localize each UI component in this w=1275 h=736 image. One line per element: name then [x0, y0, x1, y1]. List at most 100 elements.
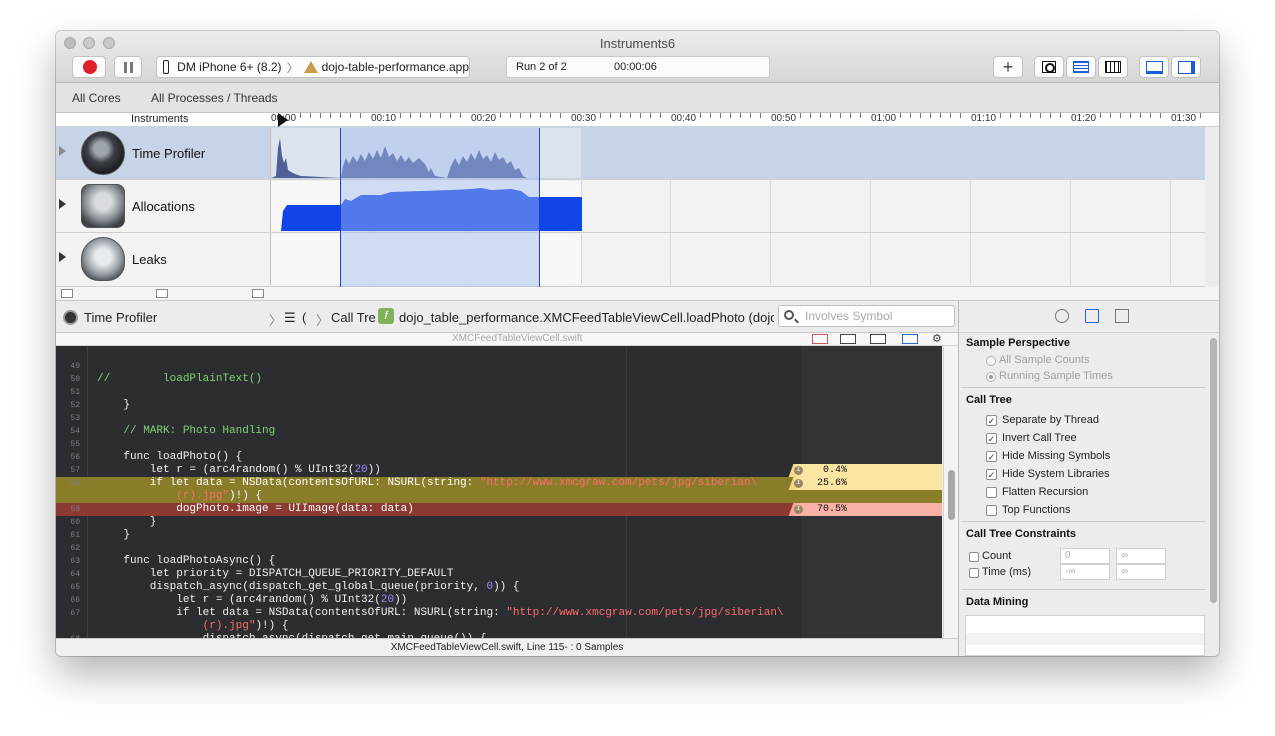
track-leaks[interactable]: Leaks: [56, 233, 1205, 287]
split-view-icon[interactable]: [840, 334, 856, 344]
all-sample-counts-radio[interactable]: [986, 356, 996, 366]
disclosure-triangle-icon[interactable]: [59, 252, 66, 262]
snap-track-icon[interactable]: [252, 289, 264, 298]
source-code-view[interactable]: 49 50 // loadPlainText() 51 52 } 53 54 // MARK…: [56, 346, 942, 638]
annotations-icon[interactable]: [902, 334, 918, 344]
track-resize-icon[interactable]: [156, 289, 168, 298]
time-min-field[interactable]: -∞: [1060, 564, 1110, 580]
call-tree-option-label: Hide Missing Symbols: [1002, 450, 1111, 462]
call-tree-option-checkbox[interactable]: ✓: [986, 451, 997, 462]
target-selector[interactable]: DM iPhone 6+ (8.2) 〉 dojo-table-performa…: [156, 56, 470, 78]
running-sample-times-radio[interactable]: [986, 372, 996, 382]
call-tree-option-checkbox[interactable]: ✓: [986, 415, 997, 426]
source-line[interactable]: 67 if let data = NSData(contentsOfURL: N…: [56, 607, 942, 620]
symbol-search[interactable]: [778, 305, 955, 327]
source-line[interactable]: (r).jpg")!) {: [56, 490, 942, 503]
source-line[interactable]: 60 }: [56, 516, 942, 529]
source-text: // MARK: Photo Handling: [97, 425, 275, 438]
track-time-profiler[interactable]: Time Profiler: [56, 127, 1205, 180]
toggle-right-pane-button[interactable]: [1171, 56, 1201, 78]
sample-percentage: 25.6%: [817, 478, 848, 489]
detail-jump-bar: Time Profiler 〉 ☰ ( 〉 Call Tre f dojo_ta…: [56, 301, 958, 333]
leaks-plot[interactable]: [270, 233, 1205, 285]
disclosure-triangle-icon[interactable]: [59, 146, 66, 156]
source-scrollbar[interactable]: [943, 346, 958, 638]
source-line[interactable]: 66 let r = (arc4random() % UInt32(20)): [56, 594, 942, 607]
jump-bar-instrument[interactable]: Time Profiler: [84, 310, 157, 325]
time-max-field[interactable]: ∞: [1116, 564, 1166, 580]
jump-bar-function[interactable]: dojo_table_performance.XMCFeedTableViewC…: [399, 310, 774, 325]
record-button[interactable]: [72, 56, 106, 78]
all-processes-button[interactable]: All Processes / Threads: [151, 91, 278, 105]
info-icon[interactable]: i: [794, 479, 803, 488]
source-line[interactable]: 63 func loadPhotoAsync() {: [56, 555, 942, 568]
count-min-field[interactable]: 0: [1060, 548, 1110, 564]
source-line[interactable]: 61 }: [56, 529, 942, 542]
view-menu-icon[interactable]: ☰: [284, 310, 296, 326]
extended-detail-button[interactable]: [1098, 56, 1128, 78]
source-line[interactable]: 65 dispatch_async(dispatch_get_global_qu…: [56, 581, 942, 594]
extended-detail-tab-icon[interactable]: [1115, 309, 1129, 323]
symbol-search-input[interactable]: [805, 308, 951, 324]
graph-zoom-icon[interactable]: [61, 289, 73, 298]
line-number: 52: [70, 401, 80, 410]
record-settings-tab-icon[interactable]: [1055, 309, 1069, 323]
source-file-tab[interactable]: XMCFeedTableViewCell.swift: [452, 333, 582, 344]
source-line[interactable]: 55: [56, 438, 942, 451]
info-icon[interactable]: i: [794, 505, 803, 514]
source-line[interactable]: 49: [56, 360, 942, 373]
scrollbar-thumb[interactable]: [948, 470, 955, 520]
source-line[interactable]: 64 let priority = DISPATCH_QUEUE_PRIORIT…: [56, 568, 942, 581]
track-allocations[interactable]: Allocations: [56, 180, 1205, 233]
source-line[interactable]: 56 func loadPhoto() {: [56, 451, 942, 464]
all-cores-button[interactable]: All Cores: [72, 91, 121, 105]
source-line[interactable]: 62: [56, 542, 942, 555]
gear-icon[interactable]: ⚙: [932, 332, 942, 345]
source-line[interactable]: 53: [56, 412, 942, 425]
time-ruler[interactable]: 00:00 00:10 00:20 00:30 00:40 00:50 01:0…: [270, 113, 1205, 127]
source-line[interactable]: 58 if let data = NSData(contentsOfURL: N…: [56, 477, 942, 490]
status-bar: XMCFeedTableViewCell.swift, Line 115- : …: [56, 638, 958, 656]
sample-percentage-badge[interactable]: i 70.5%: [788, 503, 942, 516]
source-line[interactable]: 59 dogPhoto.image = UIImage(data: data) i…: [56, 503, 942, 516]
call-tree-title: Call Tree: [966, 394, 1012, 406]
jump-bar-view[interactable]: (: [302, 310, 306, 325]
time-profiler-plot[interactable]: [270, 127, 1205, 179]
source-line[interactable]: (r).jpg")!) {: [56, 620, 942, 633]
source-line[interactable]: 57 let r = (arc4random() % UInt32(20)) i 0…: [56, 464, 942, 477]
count-constraint-checkbox[interactable]: [969, 552, 979, 562]
call-tree-option-checkbox[interactable]: ✓: [986, 433, 997, 444]
inspector-scrollbar[interactable]: [1207, 334, 1219, 656]
playhead-icon[interactable]: [278, 113, 290, 127]
allocations-plot[interactable]: [270, 180, 1205, 232]
open-in-xcode-icon[interactable]: [812, 334, 828, 344]
sample-percentage-badge[interactable]: i 25.6%: [788, 477, 942, 490]
source-line[interactable]: 50 // loadPlainText(): [56, 373, 942, 386]
pause-button[interactable]: [114, 56, 142, 78]
record-settings-button[interactable]: [1034, 56, 1064, 78]
toggle-bottom-pane-button[interactable]: [1139, 56, 1169, 78]
source-text: let r = (arc4random() % UInt32(20)): [97, 464, 381, 477]
info-icon[interactable]: i: [794, 466, 803, 475]
run-status: Run 2 of 2 00:00:06: [506, 56, 770, 78]
source-text: // loadPlainText(): [97, 373, 262, 386]
sample-percentage-badge[interactable]: i 0.4%: [788, 464, 942, 477]
source-line[interactable]: 52 }: [56, 399, 942, 412]
jump-bar-call-tree[interactable]: Call Tre: [331, 310, 376, 325]
add-instrument-button[interactable]: +: [993, 56, 1023, 78]
count-max-field[interactable]: ∞: [1116, 548, 1166, 564]
disclosure-triangle-icon[interactable]: [59, 199, 66, 209]
call-tree-option-checkbox[interactable]: [986, 505, 997, 516]
call-tree-option-checkbox[interactable]: [986, 487, 997, 498]
data-mining-list[interactable]: [965, 615, 1205, 656]
code-token: 20: [354, 464, 368, 476]
source-line[interactable]: 54 // MARK: Photo Handling: [56, 425, 942, 438]
scrollbar-thumb[interactable]: [1210, 338, 1217, 603]
source-line[interactable]: 51: [56, 386, 942, 399]
detail-view-button[interactable]: [1066, 56, 1096, 78]
display-settings-tab-icon[interactable]: [1085, 309, 1099, 323]
disassembly-icon[interactable]: [870, 334, 886, 344]
call-tree-option-checkbox[interactable]: ✓: [986, 469, 997, 480]
pause-icon: [124, 62, 127, 73]
time-constraint-checkbox[interactable]: [969, 568, 979, 578]
